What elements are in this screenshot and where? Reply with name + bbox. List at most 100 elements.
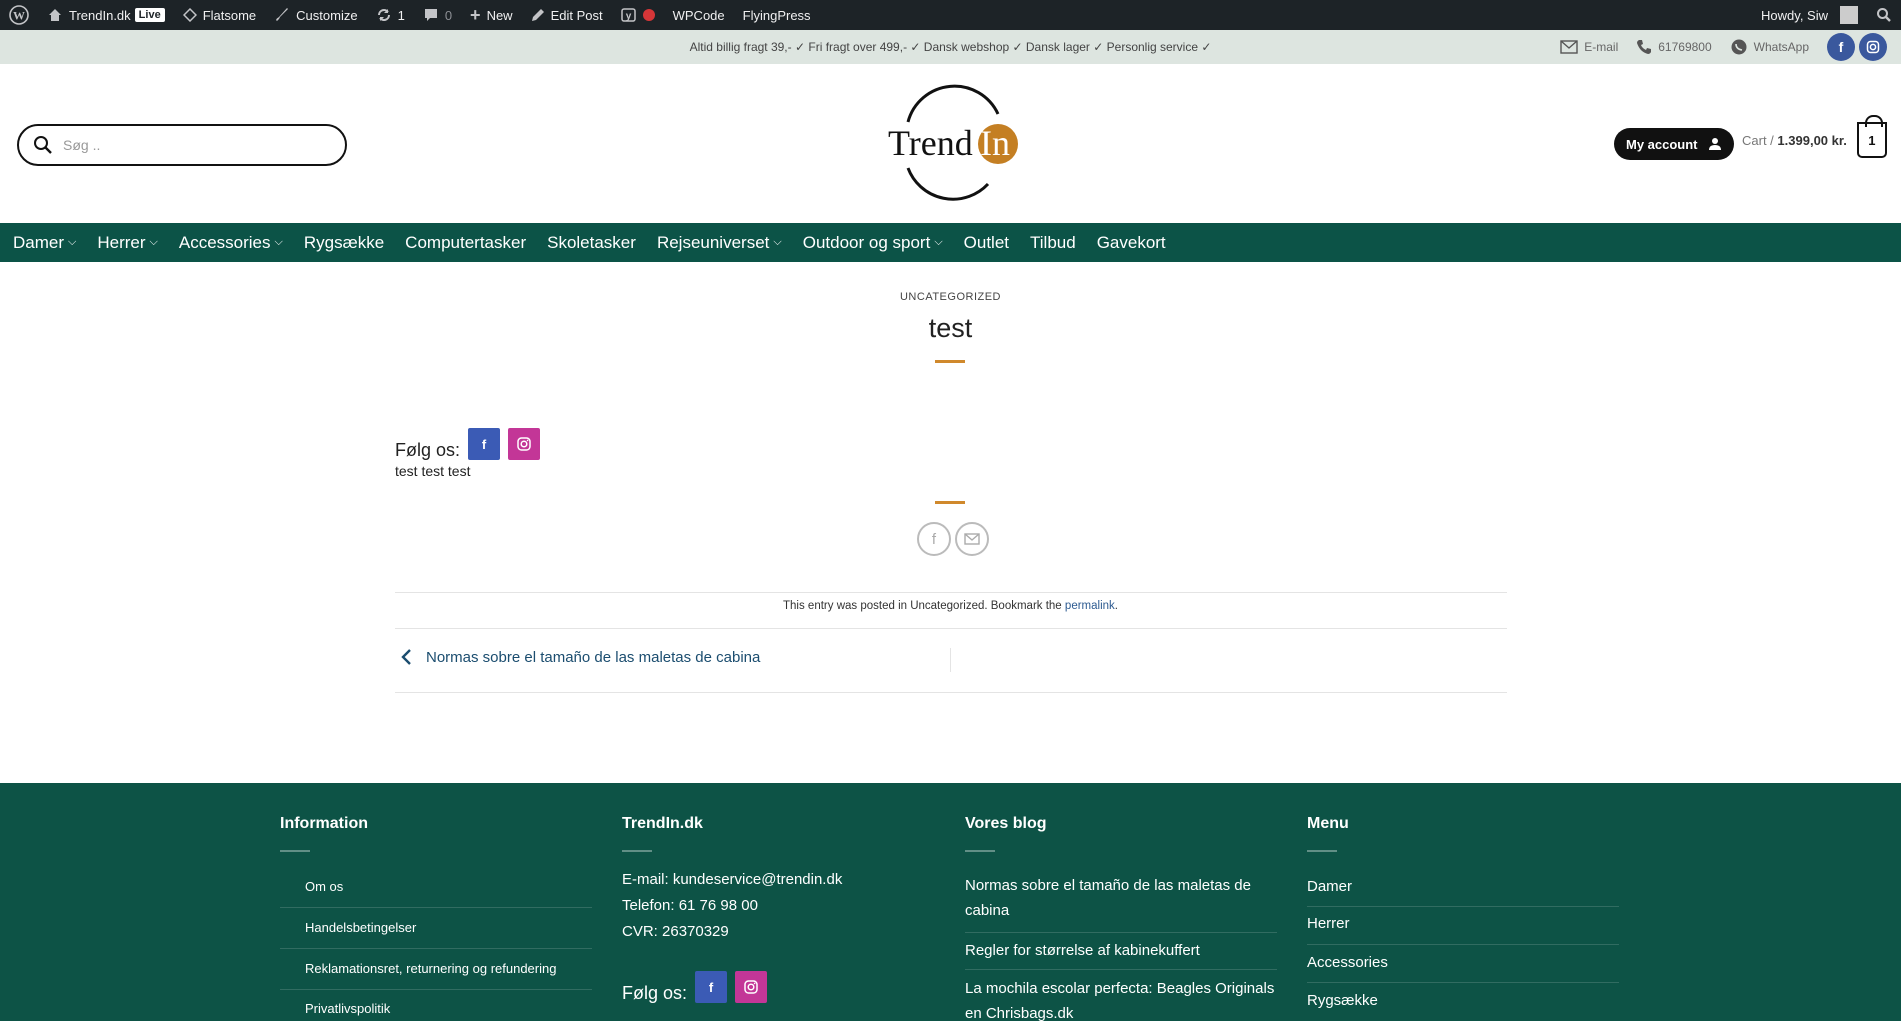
- entry-meta-suffix: .: [1114, 600, 1118, 612]
- whatsapp-link[interactable]: WhatsApp: [1730, 38, 1809, 56]
- footer-link-om-os[interactable]: Om os: [305, 879, 343, 894]
- my-account-button[interactable]: My account: [1614, 128, 1734, 160]
- nav-item-computertasker[interactable]: Computertasker: [405, 233, 526, 253]
- new-content-link[interactable]: + New: [461, 0, 522, 30]
- instagram-icon[interactable]: [735, 971, 768, 1003]
- nav-item-label: Outlet: [963, 232, 1010, 252]
- post-nav-bottom-divider: [395, 692, 1507, 693]
- footer-heading-trendin: TrendIn.dk: [622, 815, 703, 832]
- nav-item-label: Computertasker: [405, 232, 527, 252]
- refresh-icon: [377, 9, 390, 21]
- email-label: E-mail: [1584, 40, 1619, 54]
- entry-meta: This entry was posted in Uncategorized. …: [0, 600, 1901, 612]
- admin-search-button[interactable]: [1867, 0, 1901, 30]
- updates-link[interactable]: 1: [367, 0, 414, 30]
- email-link[interactable]: E-mail: [1560, 40, 1618, 54]
- footer-menu-rygsaekke[interactable]: Rygsække: [1307, 992, 1378, 1009]
- footer-divider: [280, 907, 592, 908]
- instagram-icon[interactable]: [508, 428, 541, 460]
- facebook-icon[interactable]: f: [1827, 33, 1855, 61]
- footer-menu-herrer[interactable]: Herrer: [1307, 915, 1350, 932]
- new-label: New: [486, 7, 513, 23]
- footer-divider: [1307, 944, 1619, 945]
- footer-follow-us: Følg os: f: [622, 971, 768, 1003]
- yoast-seo-link[interactable]: y: [612, 0, 664, 30]
- post-category[interactable]: UNCATEGORIZED: [0, 291, 1901, 303]
- flyingpress-link[interactable]: FlyingPress: [734, 0, 820, 30]
- live-badge: Live: [134, 8, 165, 22]
- phone-icon: [1637, 40, 1652, 54]
- permalink-link[interactable]: permalink: [1065, 600, 1115, 612]
- footer-heading-divider: [622, 850, 652, 852]
- wordpress-logo-button[interactable]: W: [0, 0, 38, 30]
- footer-follow-label: Følg os:: [622, 983, 688, 1003]
- customize-link[interactable]: Customize: [265, 0, 366, 30]
- facebook-icon[interactable]: f: [468, 428, 501, 460]
- chevron-down-icon: ⌵: [934, 236, 943, 248]
- nav-item-outlet[interactable]: Outlet: [964, 233, 1009, 253]
- theme-link[interactable]: Flatsome: [174, 0, 265, 30]
- footer-blog-post[interactable]: La mochila escolar perfecta: Beagles Ori…: [965, 976, 1275, 1021]
- chevron-down-icon: ⌵: [149, 236, 158, 248]
- site-name-link[interactable]: TrendIn.dk Live: [38, 0, 174, 30]
- edit-post-label: Edit Post: [550, 7, 603, 23]
- footer-link-handelsbetingelser[interactable]: Handelsbetingelser: [305, 920, 416, 935]
- entry-meta-text: This entry was posted in Uncategorized. …: [783, 600, 1062, 612]
- previous-post-link[interactable]: Normas sobre el tamaño de las maletas de…: [400, 648, 760, 666]
- follow-us: Følg os: f: [395, 428, 541, 460]
- comments-link[interactable]: 0: [414, 0, 461, 30]
- wpcode-label: WPCode: [672, 7, 725, 23]
- entry-top-divider: [395, 592, 1507, 593]
- footer-menu-damer[interactable]: Damer: [1307, 878, 1352, 895]
- nav-item-outdoor[interactable]: Outdoor og sport ⌵: [803, 233, 943, 253]
- plus-icon: +: [470, 4, 481, 25]
- facebook-icon[interactable]: f: [695, 971, 728, 1003]
- theme-label: Flatsome: [202, 7, 257, 23]
- instagram-icon[interactable]: [1859, 33, 1887, 61]
- nav-item-accessories[interactable]: Accessories ⌵: [179, 233, 283, 253]
- footer-divider: [965, 969, 1277, 970]
- footer-blog-post[interactable]: Regler for størrelse af kabinekuffert: [965, 938, 1275, 963]
- search-input[interactable]: [63, 137, 313, 153]
- nav-item-rejseuniverset[interactable]: Rejseuniverset ⌵: [657, 233, 782, 253]
- footer-phone: Telefon: 61 76 98 00: [622, 897, 758, 914]
- footer-link-privatlivspolitik[interactable]: Privatlivspolitik: [305, 1001, 390, 1016]
- cart-total: 1.399,00 kr.: [1777, 132, 1847, 148]
- chevron-down-icon: ⌵: [773, 236, 782, 248]
- previous-post-title: Normas sobre el tamaño de las maletas de…: [426, 648, 761, 666]
- nav-item-tilbud[interactable]: Tilbud: [1030, 233, 1076, 253]
- search-form[interactable]: [17, 124, 347, 166]
- pencil-icon: [531, 9, 544, 21]
- my-account-menu[interactable]: Howdy, Siw: [1752, 0, 1867, 30]
- share-facebook-icon[interactable]: f: [917, 522, 951, 556]
- phone-link[interactable]: 61769800: [1636, 39, 1712, 55]
- footer-heading-information: Information: [280, 815, 368, 832]
- footer-heading-divider: [280, 850, 310, 852]
- footer-heading-divider: [1307, 850, 1337, 852]
- site-logo[interactable]: Trend In: [880, 84, 1020, 202]
- wpcode-link[interactable]: WPCode: [664, 0, 734, 30]
- footer-link-reklamationsret[interactable]: Reklamationsret, returnering og refunder…: [305, 961, 556, 976]
- search-icon: [34, 136, 52, 154]
- nav-item-gavekort[interactable]: Gavekort: [1097, 233, 1166, 253]
- share-email-icon[interactable]: [955, 522, 989, 556]
- svg-text:W: W: [13, 9, 25, 23]
- footer-blog-post[interactable]: Normas sobre el tamaño de las maletas de…: [965, 873, 1275, 923]
- account-label: My account: [1626, 136, 1698, 152]
- updates-count: 1: [397, 7, 405, 23]
- site-header: Trend In My account Cart / 1.399,00 kr. …: [0, 64, 1901, 223]
- footer-cvr: CVR: 26370329: [622, 923, 729, 940]
- nav-item-skoletasker[interactable]: Skoletasker: [547, 233, 636, 253]
- nav-item-herrer[interactable]: Herrer ⌵: [97, 233, 158, 253]
- nav-item-rygsaekke[interactable]: Rygsække: [304, 233, 384, 253]
- phone-label: 61769800: [1658, 40, 1712, 54]
- cart-link[interactable]: Cart / 1.399,00 kr. 1: [1742, 115, 1887, 158]
- footer-email[interactable]: E-mail: kundeservice@trendin.dk: [622, 871, 842, 888]
- post-title: test: [928, 313, 973, 343]
- nav-item-label: Outdoor og sport: [802, 232, 931, 252]
- entry-bottom-divider: [395, 628, 1507, 629]
- edit-post-link[interactable]: Edit Post: [522, 0, 612, 30]
- footer-menu-accessories[interactable]: Accessories: [1307, 954, 1388, 971]
- main-nav: Damer ⌵ Herrer ⌵ Accessories ⌵ Rygsække Com…: [0, 223, 1901, 262]
- nav-item-damer[interactable]: Damer ⌵: [13, 233, 76, 253]
